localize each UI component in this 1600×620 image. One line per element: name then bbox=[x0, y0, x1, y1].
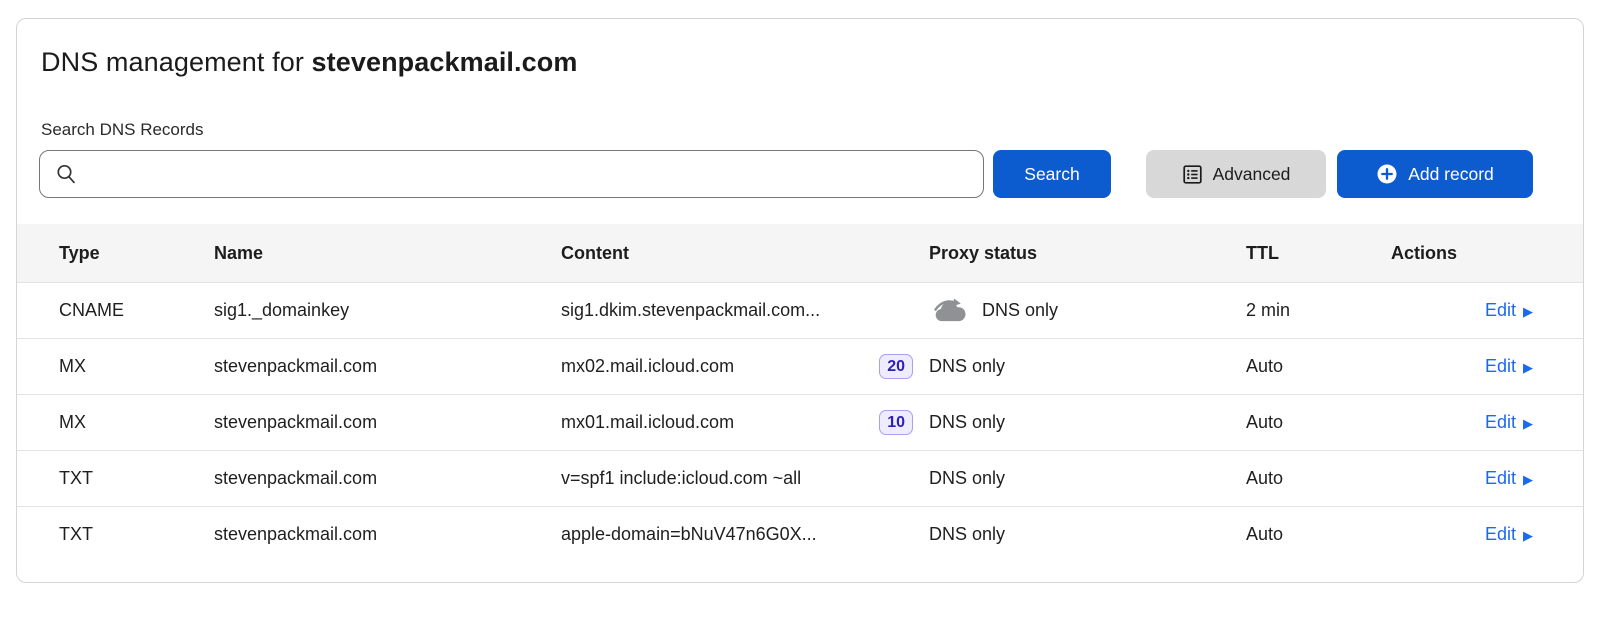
record-content: mx01.mail.icloud.com 10 bbox=[545, 410, 913, 435]
record-type: MX bbox=[43, 356, 198, 377]
edit-link-label: Edit bbox=[1485, 412, 1516, 433]
edit-arrow-icon: ▶ bbox=[1523, 305, 1533, 318]
record-actions: Edit ▶ bbox=[1375, 468, 1533, 489]
table-row: TXT stevenpackmail.com apple-domain=bNuV… bbox=[17, 506, 1583, 562]
record-type: MX bbox=[43, 412, 198, 433]
proxy-status-text: DNS only bbox=[929, 356, 1005, 377]
edit-arrow-icon: ▶ bbox=[1523, 417, 1533, 430]
proxy-status-cell: DNS only bbox=[913, 412, 1230, 433]
proxy-status-cell: DNS only bbox=[913, 468, 1230, 489]
dns-only-cloud-icon bbox=[929, 297, 969, 324]
header-name: Name bbox=[198, 243, 545, 264]
add-record-button[interactable]: Add record bbox=[1337, 150, 1533, 198]
edit-arrow-icon: ▶ bbox=[1523, 473, 1533, 486]
record-content-text: apple-domain=bNuV47n6G0X... bbox=[561, 524, 817, 545]
header-proxy-status: Proxy status bbox=[913, 243, 1230, 264]
record-content-text: sig1.dkim.stevenpackmail.com... bbox=[561, 300, 820, 321]
add-record-button-label: Add record bbox=[1408, 164, 1494, 185]
record-name: stevenpackmail.com bbox=[198, 356, 545, 377]
table-row: MX stevenpackmail.com mx01.mail.icloud.c… bbox=[17, 394, 1583, 450]
record-actions: Edit ▶ bbox=[1375, 356, 1533, 377]
proxy-status-cell: DNS only bbox=[913, 524, 1230, 545]
record-name: stevenpackmail.com bbox=[198, 468, 545, 489]
record-content-text: v=spf1 include:icloud.com ~all bbox=[561, 468, 801, 489]
edit-link-label: Edit bbox=[1485, 356, 1516, 377]
record-type: CNAME bbox=[43, 300, 198, 321]
record-name: stevenpackmail.com bbox=[198, 524, 545, 545]
record-content: apple-domain=bNuV47n6G0X... bbox=[545, 524, 913, 545]
record-content-text: mx02.mail.icloud.com bbox=[561, 356, 734, 377]
mx-priority-badge: 20 bbox=[879, 354, 913, 379]
record-ttl: 2 min bbox=[1230, 300, 1375, 321]
record-name: sig1._domainkey bbox=[198, 300, 545, 321]
table-row: CNAME sig1._domainkey sig1.dkim.stevenpa… bbox=[17, 282, 1583, 338]
record-actions: Edit ▶ bbox=[1375, 300, 1533, 321]
edit-link-label: Edit bbox=[1485, 524, 1516, 545]
mx-priority-badge: 10 bbox=[879, 410, 913, 435]
edit-arrow-icon: ▶ bbox=[1523, 529, 1533, 542]
header-content: Content bbox=[545, 243, 913, 264]
table-header-row: Type Name Content Proxy status TTL Actio… bbox=[17, 224, 1583, 282]
list-document-icon bbox=[1182, 164, 1203, 185]
record-type: TXT bbox=[43, 468, 198, 489]
header-type: Type bbox=[43, 243, 198, 264]
table-row: MX stevenpackmail.com mx02.mail.icloud.c… bbox=[17, 338, 1583, 394]
record-actions: Edit ▶ bbox=[1375, 412, 1533, 433]
record-ttl: Auto bbox=[1230, 468, 1375, 489]
table-body: CNAME sig1._domainkey sig1.dkim.stevenpa… bbox=[17, 282, 1583, 562]
record-content: mx02.mail.icloud.com 20 bbox=[545, 354, 913, 379]
search-button[interactable]: Search bbox=[993, 150, 1111, 198]
record-ttl: Auto bbox=[1230, 412, 1375, 433]
advanced-button-label: Advanced bbox=[1213, 164, 1291, 185]
edit-link-label: Edit bbox=[1485, 300, 1516, 321]
page-title-domain: stevenpackmail.com bbox=[312, 47, 578, 77]
dns-records-table: Type Name Content Proxy status TTL Actio… bbox=[17, 224, 1583, 562]
proxy-status-cell: DNS only bbox=[913, 297, 1230, 324]
header-ttl: TTL bbox=[1230, 243, 1375, 264]
record-ttl: Auto bbox=[1230, 524, 1375, 545]
record-actions: Edit ▶ bbox=[1375, 524, 1533, 545]
dns-management-card: DNS management for stevenpackmail.com Se… bbox=[16, 18, 1584, 583]
proxy-status-text: DNS only bbox=[929, 524, 1005, 545]
edit-arrow-icon: ▶ bbox=[1523, 361, 1533, 374]
page-title-prefix: DNS management for bbox=[41, 47, 312, 77]
proxy-status-text: DNS only bbox=[982, 300, 1058, 321]
record-ttl: Auto bbox=[1230, 356, 1375, 377]
edit-record-link[interactable]: Edit ▶ bbox=[1485, 356, 1533, 377]
search-controls-row: Search Advanced bbox=[17, 150, 1583, 198]
proxy-status-cell: DNS only bbox=[913, 356, 1230, 377]
record-content-text: mx01.mail.icloud.com bbox=[561, 412, 734, 433]
page-title: DNS management for stevenpackmail.com bbox=[17, 47, 1583, 78]
record-content: v=spf1 include:icloud.com ~all bbox=[545, 468, 913, 489]
edit-record-link[interactable]: Edit ▶ bbox=[1485, 524, 1533, 545]
search-dns-records-label: Search DNS Records bbox=[41, 120, 1559, 140]
record-name: stevenpackmail.com bbox=[198, 412, 545, 433]
edit-record-link[interactable]: Edit ▶ bbox=[1485, 412, 1533, 433]
edit-record-link[interactable]: Edit ▶ bbox=[1485, 300, 1533, 321]
edit-record-link[interactable]: Edit ▶ bbox=[1485, 468, 1533, 489]
search-button-label: Search bbox=[1024, 164, 1079, 185]
search-input-wrap bbox=[39, 150, 984, 198]
proxy-status-text: DNS only bbox=[929, 412, 1005, 433]
advanced-button[interactable]: Advanced bbox=[1146, 150, 1326, 198]
record-type: TXT bbox=[43, 524, 198, 545]
search-input[interactable] bbox=[39, 150, 984, 198]
record-content: sig1.dkim.stevenpackmail.com... bbox=[545, 300, 913, 321]
header-actions: Actions bbox=[1375, 243, 1533, 264]
edit-link-label: Edit bbox=[1485, 468, 1516, 489]
plus-circle-icon bbox=[1376, 163, 1398, 185]
search-icon bbox=[55, 163, 77, 185]
proxy-status-text: DNS only bbox=[929, 468, 1005, 489]
table-row: TXT stevenpackmail.com v=spf1 include:ic… bbox=[17, 450, 1583, 506]
